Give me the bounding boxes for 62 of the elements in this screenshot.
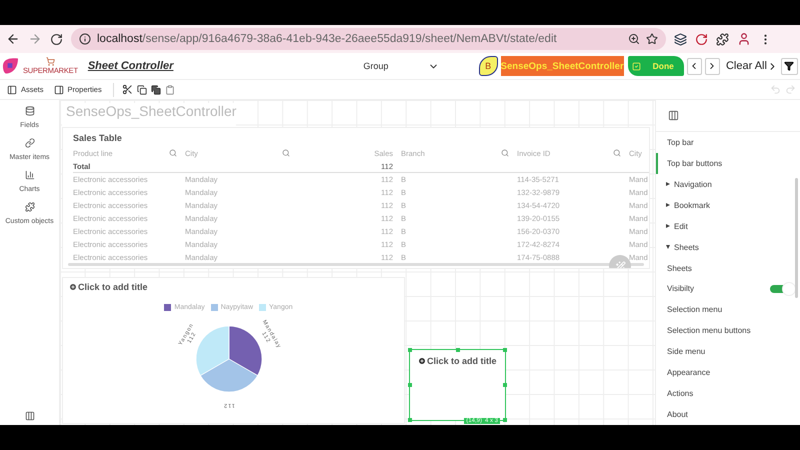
copy-icon[interactable] [136, 84, 147, 94]
panel-item[interactable]: Top bar [656, 132, 800, 153]
add-title-button[interactable]: Click to add title [69, 282, 148, 292]
duplicate-icon[interactable] [150, 84, 161, 94]
b-badge[interactable]: B [478, 56, 498, 76]
pie-slice[interactable] [228, 326, 262, 376]
search-icon[interactable] [282, 149, 290, 157]
resize-handle[interactable] [456, 348, 460, 352]
panel-item[interactable]: Appearance [656, 362, 800, 384]
back-icon[interactable] [6, 32, 20, 46]
plus-icon [69, 283, 77, 291]
pie-slice[interactable] [200, 358, 258, 392]
clear-all-button[interactable]: Clear All [726, 60, 778, 72]
next-button[interactable] [704, 58, 720, 74]
resize-handle[interactable] [503, 418, 507, 422]
section-label: Sheets [667, 264, 692, 272]
filter-button[interactable] [780, 58, 798, 74]
window-icon[interactable] [24, 411, 34, 421]
panel-item[interactable]: Top bar buttons [656, 152, 800, 174]
checkbox-icon [632, 62, 641, 70]
clipboard-icon[interactable] [164, 84, 175, 94]
logo-icon [2, 57, 19, 75]
resize-handle[interactable] [408, 383, 412, 387]
filter-icon [784, 61, 794, 71]
star-icon[interactable] [646, 33, 658, 45]
database-icon [24, 106, 34, 116]
panel-icon [54, 84, 64, 94]
group-dropdown[interactable]: Group [363, 60, 439, 72]
sheet-title: SenseOps_SheetController [62, 103, 236, 127]
add-title-button[interactable]: Click to add title [418, 356, 497, 366]
cart-icon [46, 57, 55, 66]
extension-icon[interactable] [674, 32, 687, 46]
address-bar[interactable]: localhost/sense/app/916a4679-38a6-41eb-943e-26aee55da919/sheet/NemABVt/state/edit [71, 28, 666, 50]
panel-icon [7, 84, 17, 94]
resize-handle[interactable] [503, 348, 507, 352]
reload-icon[interactable] [50, 32, 63, 46]
panel-item[interactable]: About [656, 404, 800, 426]
profile-icon[interactable] [737, 32, 751, 46]
resize-handle[interactable] [408, 418, 412, 422]
forward-icon[interactable] [28, 32, 42, 46]
search-icon[interactable] [169, 149, 177, 157]
resize-handle[interactable] [503, 383, 507, 387]
columns-icon[interactable] [668, 110, 679, 121]
link-icon [24, 138, 34, 148]
table-title: Sales Table [73, 133, 123, 145]
bar-chart-icon [24, 170, 34, 180]
search-icon[interactable] [613, 149, 621, 157]
previous-button[interactable] [686, 58, 702, 74]
panel-item[interactable]: Side menu [656, 341, 800, 362]
resize-handle[interactable] [408, 348, 412, 352]
puzzle-icon [24, 202, 34, 212]
info-icon[interactable] [79, 33, 91, 45]
puzzle-icon[interactable] [716, 32, 729, 46]
panel-item[interactable]: Selection menu buttons [656, 320, 800, 342]
toggle-label: Visibilty [667, 284, 694, 294]
search-icon[interactable] [501, 149, 509, 157]
panel-item[interactable]: Selection menu [656, 299, 800, 320]
cut-icon[interactable] [122, 84, 133, 95]
panel-item[interactable]: Actions [656, 383, 800, 404]
zoom-icon[interactable] [628, 33, 640, 45]
app-title: Sheet Controller [88, 60, 174, 72]
plus-icon [418, 357, 426, 365]
